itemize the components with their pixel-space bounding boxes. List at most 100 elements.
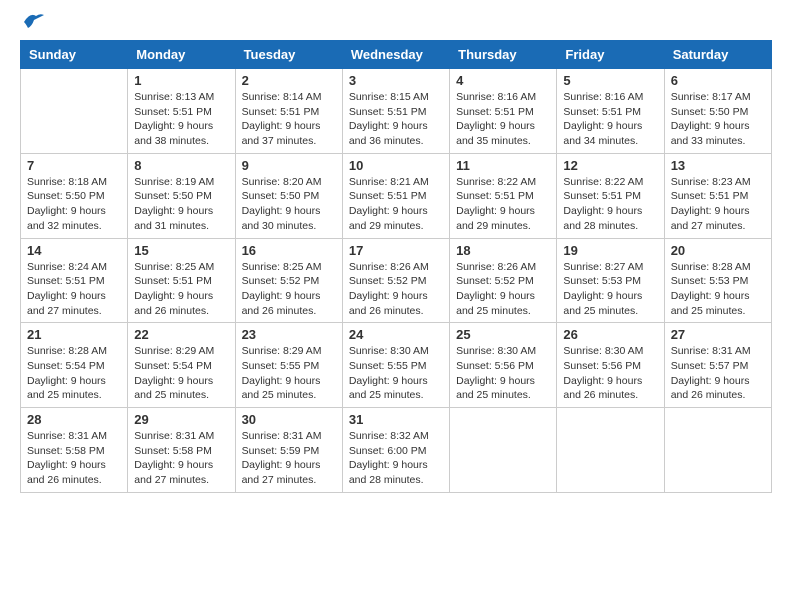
logo — [20, 20, 44, 30]
calendar-cell: 20 Sunrise: 8:28 AM Sunset: 5:53 PM Dayli… — [664, 238, 771, 323]
day-number: 12 — [563, 158, 657, 173]
calendar-week-5: 28Sunrise: 8:31 AM Sunset: 5:58 PM Dayli… — [21, 408, 772, 493]
calendar-cell: 16 Sunrise: 8:25 AM Sunset: 5:52 PM Dayli… — [235, 238, 342, 323]
calendar-cell: 17 Sunrise: 8:26 AM Sunset: 5:52 PM Dayli… — [342, 238, 449, 323]
calendar-cell: 23 Sunrise: 8:29 AM Sunset: 5:55 PM Dayli… — [235, 323, 342, 408]
day-info: Sunrise: 8:30 AM Sunset: 5:56 PM Dayligh… — [563, 344, 657, 403]
day-number: 13 — [671, 158, 765, 173]
day-number: 6 — [671, 73, 765, 88]
calendar-cell: 22 Sunrise: 8:29 AM Sunset: 5:54 PM Dayli… — [128, 323, 235, 408]
day-info: Sunrise: 8:26 AM Sunset: 5:52 PM Dayligh… — [349, 260, 443, 319]
day-number: 16 — [242, 243, 336, 258]
day-number: 3 — [349, 73, 443, 88]
day-info: Sunrise: 8:13 AM Sunset: 5:51 PM Dayligh… — [134, 90, 228, 149]
day-number: 22 — [134, 327, 228, 342]
calendar-cell: 28Sunrise: 8:31 AM Sunset: 5:58 PM Dayli… — [21, 408, 128, 493]
calendar-cell: 6 Sunrise: 8:17 AM Sunset: 5:50 PM Daylig… — [664, 69, 771, 154]
day-info: Sunrise: 8:31 AM Sunset: 5:57 PM Dayligh… — [671, 344, 765, 403]
calendar-cell: 24 Sunrise: 8:30 AM Sunset: 5:55 PM Dayli… — [342, 323, 449, 408]
day-info: Sunrise: 8:29 AM Sunset: 5:55 PM Dayligh… — [242, 344, 336, 403]
day-number: 26 — [563, 327, 657, 342]
day-info: Sunrise: 8:25 AM Sunset: 5:52 PM Dayligh… — [242, 260, 336, 319]
day-info: Sunrise: 8:22 AM Sunset: 5:51 PM Dayligh… — [456, 175, 550, 234]
day-info: Sunrise: 8:16 AM Sunset: 5:51 PM Dayligh… — [456, 90, 550, 149]
day-number: 30 — [242, 412, 336, 427]
calendar-header-row: SundayMondayTuesdayWednesdayThursdayFrid… — [21, 41, 772, 69]
day-header-friday: Friday — [557, 41, 664, 69]
day-info: Sunrise: 8:19 AM Sunset: 5:50 PM Dayligh… — [134, 175, 228, 234]
calendar-cell: 2Sunrise: 8:14 AM Sunset: 5:51 PM Daylig… — [235, 69, 342, 154]
day-number: 1 — [134, 73, 228, 88]
calendar-cell: 13 Sunrise: 8:23 AM Sunset: 5:51 PM Dayli… — [664, 153, 771, 238]
day-number: 5 — [563, 73, 657, 88]
logo-bird-icon — [22, 12, 44, 30]
day-info: Sunrise: 8:17 AM Sunset: 5:50 PM Dayligh… — [671, 90, 765, 149]
day-number: 14 — [27, 243, 121, 258]
day-number: 21 — [27, 327, 121, 342]
day-info: Sunrise: 8:31 AM Sunset: 5:58 PM Dayligh… — [27, 429, 121, 488]
calendar-cell: 12 Sunrise: 8:22 AM Sunset: 5:51 PM Dayli… — [557, 153, 664, 238]
calendar-cell: 18 Sunrise: 8:26 AM Sunset: 5:52 PM Dayli… — [450, 238, 557, 323]
calendar-cell: 14 Sunrise: 8:24 AM Sunset: 5:51 PM Dayli… — [21, 238, 128, 323]
calendar-cell: 3 Sunrise: 8:15 AM Sunset: 5:51 PM Daylig… — [342, 69, 449, 154]
day-header-monday: Monday — [128, 41, 235, 69]
calendar-cell: 11 Sunrise: 8:22 AM Sunset: 5:51 PM Dayli… — [450, 153, 557, 238]
day-header-saturday: Saturday — [664, 41, 771, 69]
day-number: 19 — [563, 243, 657, 258]
calendar-cell: 31 Sunrise: 8:32 AM Sunset: 6:00 PM Dayli… — [342, 408, 449, 493]
day-info: Sunrise: 8:23 AM Sunset: 5:51 PM Dayligh… — [671, 175, 765, 234]
calendar-cell — [450, 408, 557, 493]
day-info: Sunrise: 8:14 AM Sunset: 5:51 PM Dayligh… — [242, 90, 336, 149]
day-header-thursday: Thursday — [450, 41, 557, 69]
day-info: Sunrise: 8:27 AM Sunset: 5:53 PM Dayligh… — [563, 260, 657, 319]
day-number: 4 — [456, 73, 550, 88]
day-info: Sunrise: 8:31 AM Sunset: 5:59 PM Dayligh… — [242, 429, 336, 488]
calendar-cell: 4 Sunrise: 8:16 AM Sunset: 5:51 PM Daylig… — [450, 69, 557, 154]
day-info: Sunrise: 8:30 AM Sunset: 5:55 PM Dayligh… — [349, 344, 443, 403]
calendar: SundayMondayTuesdayWednesdayThursdayFrid… — [20, 40, 772, 493]
day-number: 24 — [349, 327, 443, 342]
calendar-cell: 8 Sunrise: 8:19 AM Sunset: 5:50 PM Daylig… — [128, 153, 235, 238]
calendar-cell: 26 Sunrise: 8:30 AM Sunset: 5:56 PM Dayli… — [557, 323, 664, 408]
calendar-cell: 9Sunrise: 8:20 AM Sunset: 5:50 PM Daylig… — [235, 153, 342, 238]
day-number: 31 — [349, 412, 443, 427]
day-info: Sunrise: 8:20 AM Sunset: 5:50 PM Dayligh… — [242, 175, 336, 234]
calendar-cell: 25 Sunrise: 8:30 AM Sunset: 5:56 PM Dayli… — [450, 323, 557, 408]
day-number: 7 — [27, 158, 121, 173]
day-number: 18 — [456, 243, 550, 258]
day-info: Sunrise: 8:16 AM Sunset: 5:51 PM Dayligh… — [563, 90, 657, 149]
calendar-cell: 30 Sunrise: 8:31 AM Sunset: 5:59 PM Dayli… — [235, 408, 342, 493]
calendar-cell: 29Sunrise: 8:31 AM Sunset: 5:58 PM Dayli… — [128, 408, 235, 493]
calendar-cell — [21, 69, 128, 154]
calendar-cell: 5 Sunrise: 8:16 AM Sunset: 5:51 PM Daylig… — [557, 69, 664, 154]
day-info: Sunrise: 8:22 AM Sunset: 5:51 PM Dayligh… — [563, 175, 657, 234]
calendar-cell: 10Sunrise: 8:21 AM Sunset: 5:51 PM Dayli… — [342, 153, 449, 238]
day-number: 11 — [456, 158, 550, 173]
day-info: Sunrise: 8:15 AM Sunset: 5:51 PM Dayligh… — [349, 90, 443, 149]
day-header-sunday: Sunday — [21, 41, 128, 69]
day-info: Sunrise: 8:30 AM Sunset: 5:56 PM Dayligh… — [456, 344, 550, 403]
day-info: Sunrise: 8:29 AM Sunset: 5:54 PM Dayligh… — [134, 344, 228, 403]
day-info: Sunrise: 8:28 AM Sunset: 5:53 PM Dayligh… — [671, 260, 765, 319]
day-info: Sunrise: 8:31 AM Sunset: 5:58 PM Dayligh… — [134, 429, 228, 488]
calendar-cell: 21 Sunrise: 8:28 AM Sunset: 5:54 PM Dayli… — [21, 323, 128, 408]
day-number: 8 — [134, 158, 228, 173]
day-number: 15 — [134, 243, 228, 258]
calendar-cell: 27Sunrise: 8:31 AM Sunset: 5:57 PM Dayli… — [664, 323, 771, 408]
day-number: 17 — [349, 243, 443, 258]
calendar-week-2: 7 Sunrise: 8:18 AM Sunset: 5:50 PM Daylig… — [21, 153, 772, 238]
day-info: Sunrise: 8:18 AM Sunset: 5:50 PM Dayligh… — [27, 175, 121, 234]
day-number: 20 — [671, 243, 765, 258]
day-info: Sunrise: 8:28 AM Sunset: 5:54 PM Dayligh… — [27, 344, 121, 403]
calendar-cell: 15Sunrise: 8:25 AM Sunset: 5:51 PM Dayli… — [128, 238, 235, 323]
day-number: 25 — [456, 327, 550, 342]
calendar-cell: 19 Sunrise: 8:27 AM Sunset: 5:53 PM Dayli… — [557, 238, 664, 323]
day-number: 23 — [242, 327, 336, 342]
calendar-cell: 1 Sunrise: 8:13 AM Sunset: 5:51 PM Daylig… — [128, 69, 235, 154]
day-info: Sunrise: 8:32 AM Sunset: 6:00 PM Dayligh… — [349, 429, 443, 488]
calendar-cell — [664, 408, 771, 493]
calendar-week-3: 14 Sunrise: 8:24 AM Sunset: 5:51 PM Dayli… — [21, 238, 772, 323]
calendar-week-1: 1 Sunrise: 8:13 AM Sunset: 5:51 PM Daylig… — [21, 69, 772, 154]
day-info: Sunrise: 8:26 AM Sunset: 5:52 PM Dayligh… — [456, 260, 550, 319]
day-info: Sunrise: 8:24 AM Sunset: 5:51 PM Dayligh… — [27, 260, 121, 319]
